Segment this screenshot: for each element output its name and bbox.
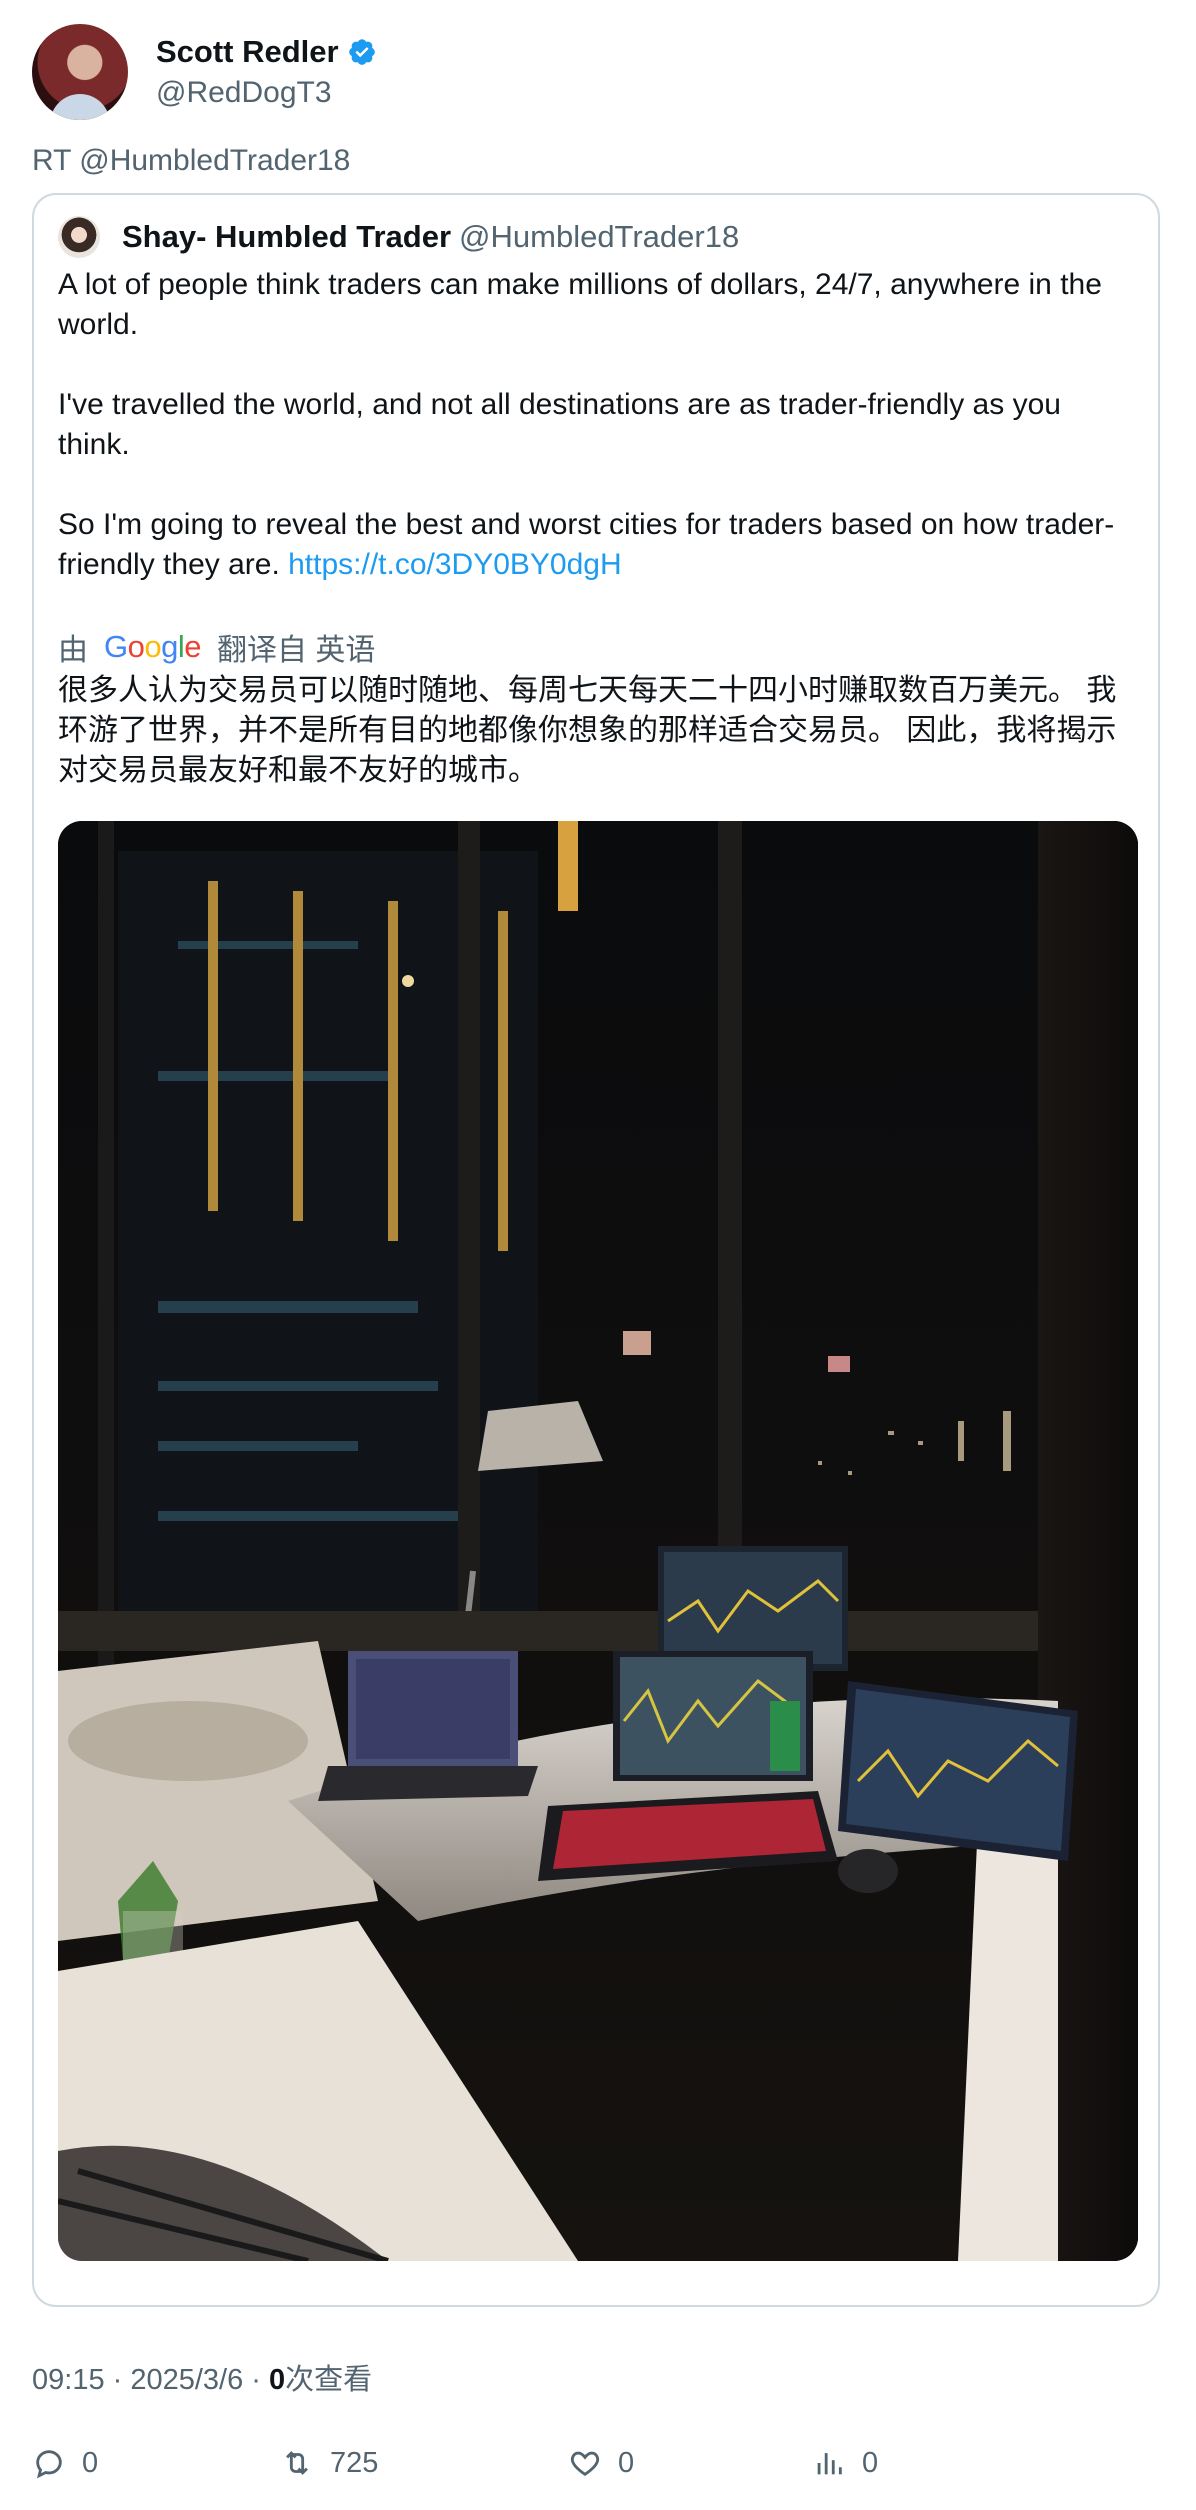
quoted-tweet-link[interactable]: https://t.co/3DY0BY0dgH xyxy=(288,548,622,581)
quoted-author-avatar[interactable] xyxy=(58,216,100,258)
retweet-count: 725 xyxy=(330,2446,379,2479)
author-display-name[interactable]: Scott Redler xyxy=(156,34,339,70)
like-button[interactable]: 0 xyxy=(568,2446,634,2480)
retweet-label: RT @HumbledTrader18 xyxy=(32,144,351,177)
like-count: 0 xyxy=(618,2446,635,2479)
tweet-timestamp[interactable]: 09:15 · 2025/3/6 · 0次查看 xyxy=(32,2356,372,2398)
reply-count: 0 xyxy=(82,2446,99,2479)
quoted-author-name[interactable]: Shay- Humbled Trader xyxy=(122,219,451,255)
translated-text: 很多人认为交易员可以随时随地、每周七天每天二十四小时赚取数百万美元。 我环游了世… xyxy=(58,674,1117,787)
heart-icon xyxy=(570,2451,600,2477)
translation-attribution: 由 Google 翻译自 英语 xyxy=(58,625,375,669)
verified-badge-icon xyxy=(348,39,375,65)
quoted-tweet-text: A lot of people think traders can make m… xyxy=(58,265,1138,585)
quoted-tweet-body: A lot of people think traders can make m… xyxy=(58,268,1115,581)
photo-scene-illustration xyxy=(58,821,1138,2261)
tweet-time: 09:15 · 2025/3/6 · xyxy=(32,2364,269,2396)
quoted-tweet-header: Shay- Humbled Trader @HumbledTrader18 xyxy=(58,215,739,259)
view-count: 0 xyxy=(269,2364,286,2396)
reply-button[interactable]: 0 xyxy=(32,2446,98,2480)
tweet-photo[interactable] xyxy=(58,821,1138,2261)
retweet-icon xyxy=(286,2451,308,2475)
views-label: 次查看 xyxy=(285,2364,373,2396)
analytics-icon xyxy=(817,2453,842,2475)
translation-suffix: 翻译自 英语 xyxy=(217,634,376,667)
quoted-tweet-card[interactable]: Shay- Humbled Trader @HumbledTrader18 A … xyxy=(32,193,1160,2307)
quoted-author-handle[interactable]: @HumbledTrader18 xyxy=(459,219,739,255)
tweet-header: Scott Redler @RedDogT3 xyxy=(32,24,377,120)
author-handle[interactable]: @RedDogT3 xyxy=(156,76,377,110)
translation-prefix: 由 xyxy=(58,634,88,667)
reply-icon xyxy=(36,2450,62,2479)
tweet-actions-bar: 0 725 0 0 xyxy=(32,2446,1132,2486)
views-action-count: 0 xyxy=(862,2446,879,2479)
views-button[interactable]: 0 xyxy=(812,2446,878,2480)
retweet-button[interactable]: 725 xyxy=(280,2446,378,2480)
author-name-block: Scott Redler @RedDogT3 xyxy=(156,34,377,110)
author-avatar[interactable] xyxy=(32,24,128,120)
google-logo: Google xyxy=(104,629,202,664)
